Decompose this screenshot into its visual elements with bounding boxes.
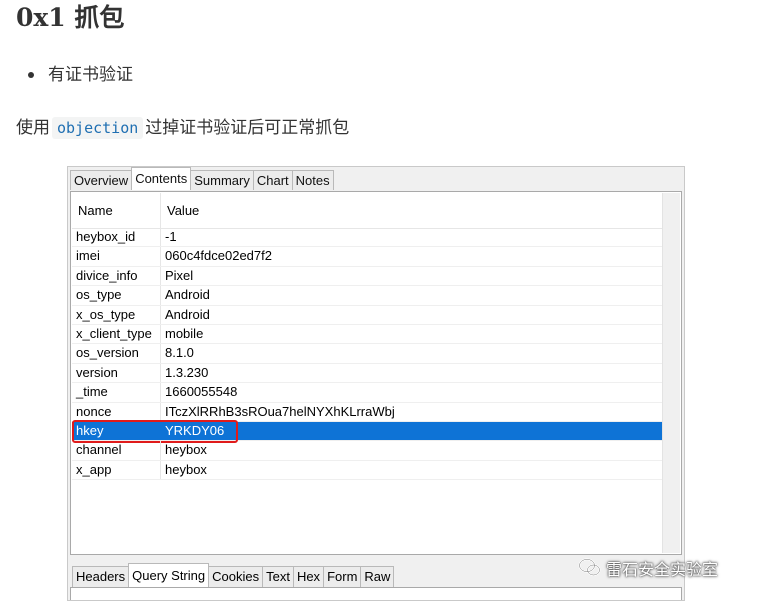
param-value: heybox <box>165 442 207 458</box>
param-name: _time <box>72 383 161 402</box>
param-value: 060c4fdce02ed7f2 <box>165 248 272 264</box>
table-row[interactable]: x_os_type Android <box>72 305 663 325</box>
tab-text[interactable]: Text <box>262 566 294 587</box>
column-header-name[interactable]: Name <box>72 193 161 228</box>
watermark-text: 雷石安全实验室 <box>606 560 719 579</box>
param-value: heybox <box>165 461 207 477</box>
bullet-text: 有证书验证 <box>48 65 133 85</box>
bullet-dot <box>28 72 34 78</box>
grid-rows: heybox_id -1 imei 060c4fdce02ed7f2 divice_in… <box>72 228 663 481</box>
para-suffix: 过掉证书验证后可正常抓包 <box>145 118 350 138</box>
param-name: x_client_type <box>72 324 161 344</box>
param-value: -1 <box>165 229 177 244</box>
table-row[interactable]: heybox_id -1 <box>72 228 663 248</box>
tab-notes[interactable]: Notes <box>291 170 334 190</box>
article-paragraph: 使用 objection 过掉证书验证后可正常抓包 <box>16 114 349 142</box>
tab-hex[interactable]: Hex <box>292 566 325 587</box>
tab-headers[interactable]: Headers <box>72 566 130 587</box>
table-row[interactable]: channel heybox <box>72 441 663 461</box>
bullet-list: 有证书验证 <box>28 62 133 88</box>
column-header-value[interactable]: Value <box>161 193 199 228</box>
table-row[interactable]: x_app heybox <box>72 460 663 481</box>
param-name: nonce <box>72 402 161 421</box>
bottom-content-pane <box>70 587 682 600</box>
param-value: ITczXlRRhB3sROua7helNYXhKLrraWbj <box>165 403 395 419</box>
tab-cookies[interactable]: Cookies <box>208 566 264 587</box>
table-row[interactable]: nonce ITczXlRRhB3sROua7helNYXhKLrraWbj <box>72 402 663 422</box>
param-name: imei <box>72 247 161 266</box>
param-name: x_os_type <box>72 305 161 324</box>
grid-header: Name Value <box>72 193 663 229</box>
param-value: 1660055548 <box>165 384 238 400</box>
table-row[interactable]: version 1.3.230 <box>72 363 663 384</box>
param-name: os_version <box>72 344 161 363</box>
tab-overview[interactable]: Overview <box>70 170 133 190</box>
param-value: Pixel <box>165 267 194 283</box>
tab-summary[interactable]: Summary <box>190 170 254 190</box>
tab-chart[interactable]: Chart <box>252 170 293 190</box>
params-grid[interactable]: Name Value heybox_id -1 imei 060c4fdce02ed7… <box>70 191 682 555</box>
tab-contents[interactable]: Contents <box>131 167 192 190</box>
watermark: 雷石安全实验室 <box>578 556 718 580</box>
param-name: channel <box>72 441 161 460</box>
param-name: divice_info <box>72 266 161 286</box>
bottom-tab-strip: Headers Query String Cookies Text Hex Form Raw <box>72 562 395 587</box>
table-row[interactable]: os_type Android <box>72 286 663 306</box>
top-tab-strip: Overview Contents Summary Chart Notes <box>70 167 334 190</box>
table-row[interactable]: _time 1660055548 <box>72 383 663 403</box>
param-value: 1.3.230 <box>165 364 209 380</box>
tab-raw[interactable]: Raw <box>360 566 395 587</box>
table-row[interactable]: imei 060c4fdce02ed7f2 <box>72 247 663 267</box>
table-row[interactable]: x_client_type mobile <box>72 324 663 345</box>
fiddler-inspector-panel: Overview Contents Summary Chart Notes Name V… <box>67 166 685 601</box>
param-value: Android <box>165 306 210 322</box>
tab-form[interactable]: Form <box>323 566 362 587</box>
table-row[interactable]: divice_info Pixel <box>72 266 663 287</box>
param-value: 8.1.0 <box>165 345 194 361</box>
para-prefix: 使用 <box>16 118 50 138</box>
param-name: hkey <box>72 421 161 441</box>
param-value: Android <box>165 287 210 303</box>
vertical-scrollbar[interactable] <box>662 193 680 553</box>
wechat-icon <box>578 558 601 576</box>
tab-query-string[interactable]: Query String <box>128 563 210 587</box>
table-row[interactable]: os_version 8.1.0 <box>72 344 663 364</box>
param-value: YRKDY06 <box>165 422 225 438</box>
param-value: mobile <box>165 325 204 341</box>
list-item: 有证书验证 <box>28 62 133 88</box>
param-name: version <box>72 363 161 383</box>
param-name: heybox_id <box>72 228 161 247</box>
param-name: os_type <box>72 286 161 305</box>
inline-code: objection <box>52 117 144 139</box>
param-name: x_app <box>72 460 161 480</box>
table-row[interactable]: hkey YRKDY06 <box>72 419 663 443</box>
article-heading: 0x1 抓包 <box>16 3 125 32</box>
